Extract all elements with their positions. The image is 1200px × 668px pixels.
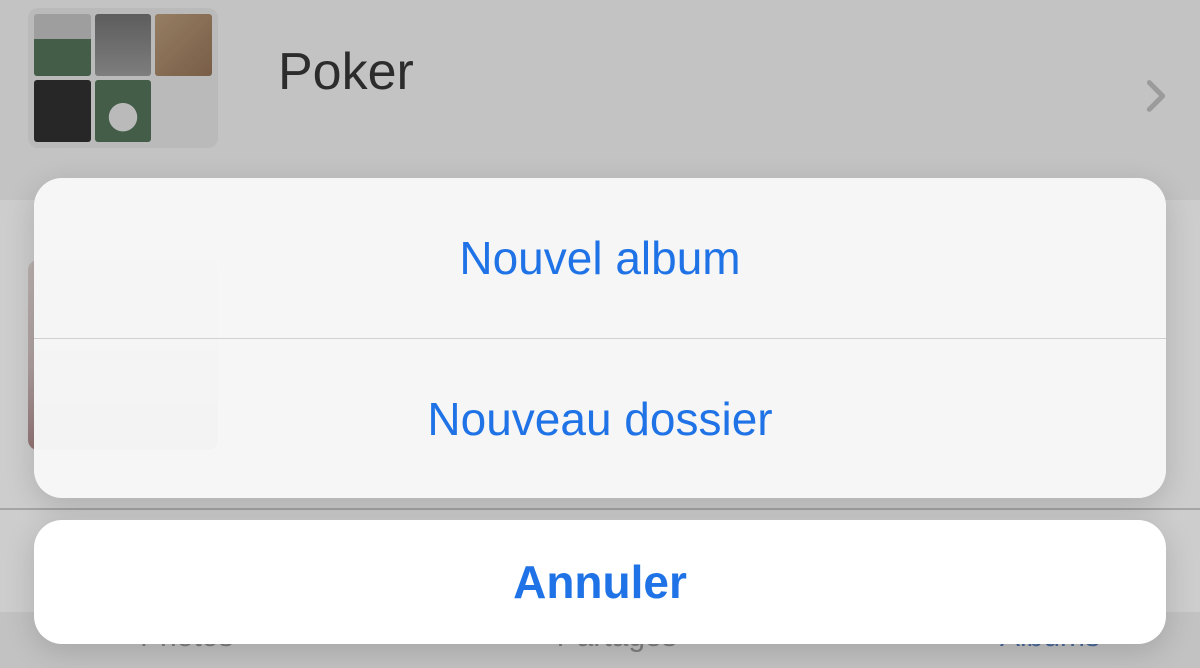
action-sheet: Nouvel album Nouveau dossier Annuler — [34, 178, 1166, 644]
new-folder-button[interactable]: Nouveau dossier — [34, 338, 1166, 498]
cancel-button[interactable]: Annuler — [34, 520, 1166, 644]
new-album-button[interactable]: Nouvel album — [34, 178, 1166, 338]
action-sheet-cancel-group: Annuler — [34, 520, 1166, 644]
action-sheet-options: Nouvel album Nouveau dossier — [34, 178, 1166, 498]
